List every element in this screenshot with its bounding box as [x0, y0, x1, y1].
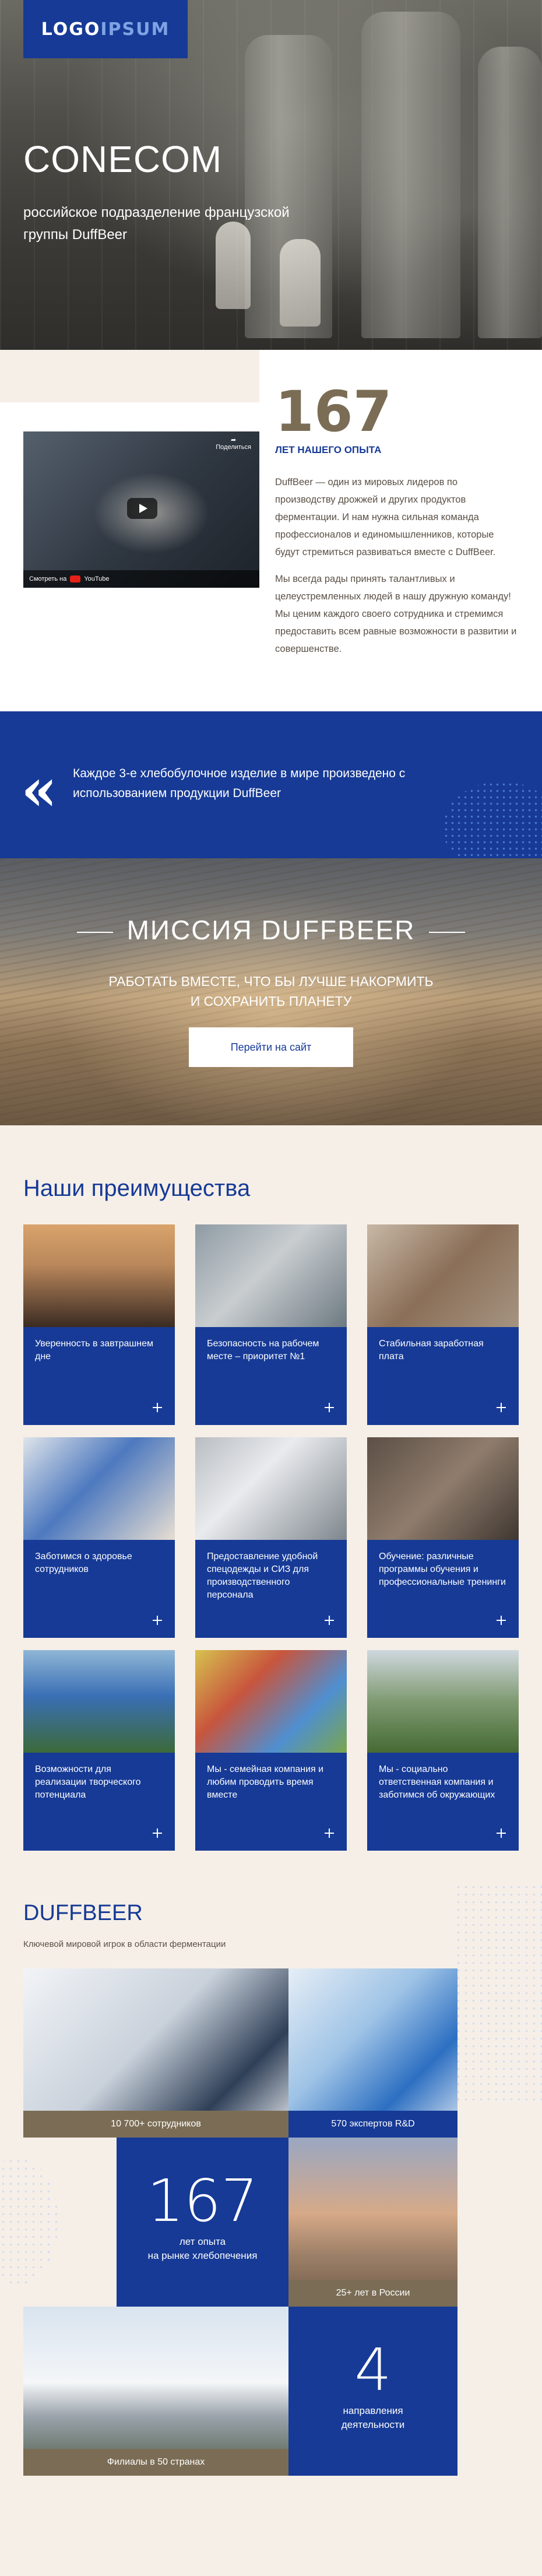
hero-section: LOGOIPSUM CONECOM российское подразделен… — [0, 0, 542, 350]
duffbeer-section: DUFFBEER Ключевой мировой игрок в област… — [0, 1883, 542, 2535]
youtube-icon — [70, 575, 81, 582]
directions-stat-number: 4 — [354, 2336, 392, 2404]
share-icon: ➦ — [231, 437, 237, 444]
duffbeer-title: DUFFBEER — [23, 1901, 143, 1925]
plus-icon[interactable] — [497, 1829, 506, 1838]
about-paragraph: DuffBeer — один из мировых лидеров по пр… — [275, 477, 496, 557]
plus-icon[interactable] — [325, 1403, 334, 1412]
plus-icon[interactable] — [325, 1829, 334, 1838]
advantage-card[interactable]: Стабильная заработная плата — [367, 1224, 519, 1425]
logo-text: LOGO — [41, 19, 101, 40]
advantage-image — [367, 1650, 519, 1753]
quote-text: Каждое 3-е хлебобулочное изделие в мире … — [73, 767, 406, 800]
years-stat-text: на рынке хлебопечения — [147, 2250, 258, 2261]
advantage-image — [195, 1437, 347, 1540]
directions-stat-text: деятельности — [341, 2419, 405, 2430]
video-watch-label: Смотреть на — [29, 575, 67, 582]
mission-line: РАБОТАТЬ ВМЕСТЕ, ЧТО БЫ ЛУЧШЕ НАКОРМИТЬ — [108, 974, 434, 989]
plus-icon[interactable] — [153, 1403, 162, 1412]
years-number: 167 — [275, 379, 392, 444]
plus-icon[interactable] — [153, 1616, 162, 1625]
branches-tile: Филиалы в 50 странах — [23, 2307, 288, 2476]
advantage-card[interactable]: Возможности для реализации творческого п… — [23, 1650, 175, 1851]
experts-caption: 570 экспертов R&D — [288, 2111, 457, 2138]
advantage-label: Мы - социально ответственная компания и … — [379, 1764, 495, 1800]
russia-caption: 25+ лет в России — [288, 2280, 457, 2307]
video-watch-bar[interactable]: Смотреть на YouTube — [23, 570, 259, 588]
plus-icon[interactable] — [325, 1616, 334, 1625]
advantage-card[interactable]: Безопасность на рабочем месте – приорите… — [195, 1224, 347, 1425]
hero-tank-image — [361, 12, 460, 338]
hero-tank-image — [478, 47, 542, 338]
video-player[interactable]: ➦ Поделиться Смотреть на YouTube — [23, 431, 259, 588]
logo[interactable]: LOGOIPSUM — [23, 0, 188, 58]
advantage-card[interactable]: Мы - социально ответственная компания и … — [367, 1650, 519, 1851]
mission-title: МИССИЯ DUFFBEER — [0, 914, 542, 946]
advantage-card[interactable]: Заботимся о здоровье сотрудников — [23, 1437, 175, 1638]
russia-tile: 25+ лет в России — [288, 2138, 457, 2307]
visit-site-button[interactable]: Перейти на сайт — [189, 1027, 353, 1067]
logo-text-accent: IPSUM — [100, 19, 170, 40]
advantage-label: Мы - семейная компания и любим проводить… — [207, 1764, 324, 1800]
advantages-title: Наши преимущества — [23, 1175, 251, 1201]
about-paragraph: Мы всегда рады принять талантливых и цел… — [275, 574, 517, 654]
page: LOGOIPSUM CONECOM российское подразделен… — [0, 0, 542, 2535]
about-text: DuffBeer — один из мировых лидеров по пр… — [275, 473, 520, 667]
employees-caption: 10 700+ сотрудников — [23, 2111, 288, 2138]
advantage-label: Безопасность на рабочем месте – приорите… — [207, 1339, 319, 1361]
years-stat-number: 167 — [147, 2167, 258, 2235]
advantage-label: Предоставление удобной спецодежды и СИЗ … — [207, 1552, 318, 1600]
advantage-image — [23, 1224, 175, 1327]
branches-caption: Филиалы в 50 странах — [23, 2449, 288, 2476]
advantage-image — [23, 1650, 175, 1753]
video-share-label: Поделиться — [216, 444, 251, 451]
quote-section: « Каждое 3-е хлебобулочное изделие в мир… — [0, 711, 542, 858]
advantage-image — [195, 1224, 347, 1327]
advantage-image — [367, 1437, 519, 1540]
advantage-image — [23, 1437, 175, 1540]
about-section: ➦ Поделиться Смотреть на YouTube 167 ЛЕТ… — [0, 350, 542, 711]
decorative-dots — [0, 2157, 58, 2286]
advantage-image — [195, 1650, 347, 1753]
advantages-section: Наши преимущества Уверенность в завтрашн… — [0, 1125, 542, 1883]
plus-icon[interactable] — [497, 1616, 506, 1625]
hero-subtitle: российское подразделение французской гру… — [23, 205, 290, 243]
advantage-label: Стабильная заработная плата — [379, 1339, 484, 1361]
advantage-image — [367, 1224, 519, 1327]
experts-tile: 570 экспертов R&D — [288, 1968, 457, 2138]
advantage-label: Заботимся о здоровье сотрудников — [35, 1552, 132, 1574]
advantage-card[interactable]: Мы - семейная компания и любим проводить… — [195, 1650, 347, 1851]
plus-icon[interactable] — [153, 1829, 162, 1838]
video-platform-label: YouTube — [84, 575, 110, 582]
advantage-card[interactable]: Предоставление удобной спецодежды и СИЗ … — [195, 1437, 347, 1638]
quote-icon: « — [21, 755, 58, 824]
employees-tile: 10 700+ сотрудников — [23, 1968, 288, 2138]
hero-worker-image — [280, 239, 321, 327]
years-stat-text: лет опыта — [179, 2236, 226, 2247]
play-icon[interactable] — [127, 498, 157, 519]
advantage-label: Уверенность в завтрашнем дне — [35, 1339, 153, 1361]
hero-title: CONECOM — [23, 138, 223, 180]
mission-text: РАБОТАТЬ ВМЕСТЕ, ЧТО БЫ ЛУЧШЕ НАКОРМИТЬ … — [0, 971, 542, 1011]
plus-icon[interactable] — [497, 1403, 506, 1412]
directions-stat-text: направления — [343, 2405, 403, 2416]
advantage-label: Обучение: различные программы обучения и… — [379, 1552, 506, 1587]
decorative-dots — [455, 1883, 542, 2105]
mission-line: И СОХРАНИТЬ ПЛАНЕТУ — [190, 994, 352, 1009]
directions-stat: 4 направления деятельности — [288, 2307, 457, 2476]
advantage-card[interactable]: Обучение: различные программы обучения и… — [367, 1437, 519, 1638]
mission-title-text: МИССИЯ DUFFBEER — [126, 915, 416, 945]
advantage-label: Возможности для реализации творческого п… — [35, 1764, 141, 1800]
mission-section: МИССИЯ DUFFBEER РАБОТАТЬ ВМЕСТЕ, ЧТО БЫ … — [0, 858, 542, 1125]
video-share-button[interactable]: ➦ Поделиться — [216, 436, 251, 451]
duffbeer-subtitle: Ключевой мировой игрок в области фермент… — [23, 1939, 226, 1949]
advantage-card[interactable]: Уверенность в завтрашнем дне — [23, 1224, 175, 1425]
years-label: ЛЕТ НАШЕГО ОПЫТА — [275, 444, 382, 455]
years-stat: 167 лет опыта на рынке хлебопечения — [117, 2138, 288, 2307]
